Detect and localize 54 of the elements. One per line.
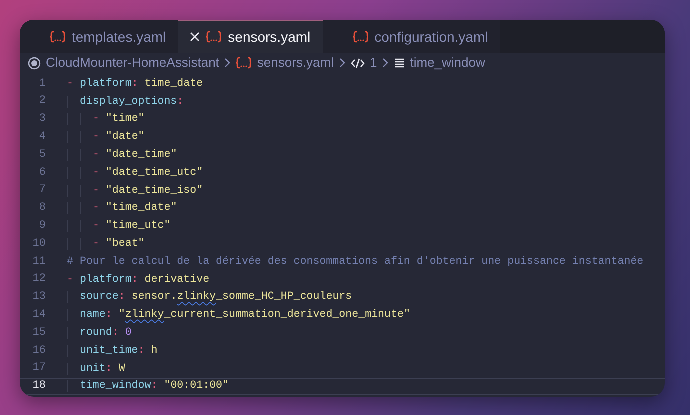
code-line: - "date_time" [67, 146, 178, 164]
code-line: unit_time: h [67, 342, 158, 359]
radio-icon [28, 56, 41, 70]
line-number: 18 [32, 379, 46, 394]
code-line: - "beat" [67, 236, 145, 252]
line-number: 13 [32, 290, 46, 306]
braces-icon [206, 31, 222, 43]
line-number: 2 [38, 94, 46, 110]
breadcrumb-item[interactable]: CloudMounter-HomeAssistant [46, 53, 220, 73]
line-number: 1 [38, 76, 46, 92]
code-line: # Pour le calcul de la dérivée des consommations afin d'obtenir une puissance instantanée [67, 254, 644, 270]
line-number: 8 [38, 201, 46, 216]
line-number: 11 [32, 254, 46, 270]
code-line: unit: W [67, 360, 126, 377]
chevron-icon [224, 58, 232, 68]
code-line: - "date_time_iso" [67, 182, 204, 199]
code-line: - platform: time_date [67, 76, 204, 92]
line-number: 10 [32, 236, 46, 252]
code-line: - "date" [67, 129, 145, 146]
code-icon [350, 58, 365, 68]
line-number: 17 [32, 361, 46, 376]
editor-tab[interactable]: templates.yaml [20, 20, 178, 53]
line-number: 9 [38, 219, 46, 234]
code-line: name: "zlinky_current_summation_derived_one_minute" [67, 307, 410, 324]
code-line: source: sensor.zlinky_somme_HC_HP_couleurs [67, 289, 352, 306]
breadcrumb-item[interactable]: 1 [370, 53, 378, 73]
chevron-icon [338, 58, 346, 68]
braces-icon [352, 31, 369, 43]
code-line: time_window: "00:01:00" [67, 378, 230, 395]
list-icon [394, 58, 406, 68]
line-number: 6 [38, 166, 46, 181]
code-line: - "time" [67, 111, 145, 128]
code-line: - "date_time_utc" [67, 164, 204, 181]
code-line: - platform: derivative [67, 272, 210, 288]
line-number: 15 [32, 326, 46, 341]
line-number: 12 [32, 272, 46, 288]
braces-icon [50, 31, 66, 43]
line-number: 14 [32, 308, 46, 323]
code-line: round: 0 [67, 324, 132, 342]
braces-icon [236, 57, 252, 69]
line-number: 16 [32, 344, 46, 359]
editor-tab[interactable]: configuration.yaml [322, 20, 500, 53]
code-line: display_options: [67, 94, 184, 110]
line-number: 7 [38, 183, 46, 198]
chevron-icon [382, 58, 390, 68]
code-line: - "time_date" [67, 200, 178, 217]
line-number: 4 [38, 130, 46, 146]
code-line: - "time_utc" [67, 218, 171, 234]
editor-tab[interactable]: sensors.yaml [178, 20, 323, 53]
line-number: 3 [38, 112, 46, 128]
breadcrumb-item[interactable]: sensors.yaml [257, 53, 334, 73]
line-number: 5 [38, 148, 46, 163]
close-icon[interactable] [190, 32, 200, 42]
breadcrumb-item[interactable]: time_window [410, 53, 486, 73]
